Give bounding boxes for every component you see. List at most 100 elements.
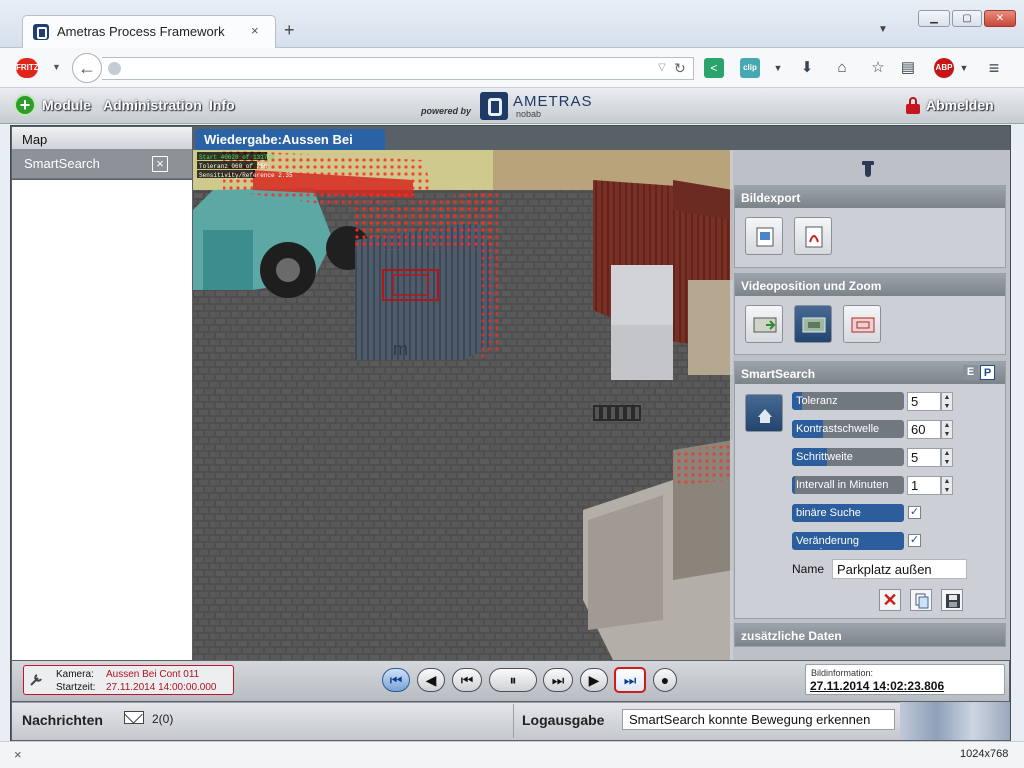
step-back-button[interactable]: ◀ [417,668,445,692]
pause-button[interactable]: ⏸ [489,668,537,692]
module-plus-icon[interactable]: + [14,94,36,116]
delete-icon[interactable]: ✕ [879,589,901,611]
intervall-spinner[interactable]: ▲ ▼ [941,476,953,495]
pin-icon[interactable] [862,161,874,177]
maximize-button[interactable]: ▢ [952,10,982,27]
status-close-icon[interactable]: × [14,747,22,762]
menu-module[interactable]: Module [42,97,91,113]
video-tab-label: Wiedergabe:Aussen Bei [204,132,353,147]
binaere-suche-checkbox[interactable]: ✓ [908,506,921,519]
powered-by-label: powered by [421,106,472,116]
left-panel-body [12,180,192,660]
step-forward-button[interactable]: ▶ [580,668,608,692]
ametras-logo-icon [480,92,508,120]
save-icon[interactable] [941,589,963,611]
schrittweite-label: Schrittweite [792,448,904,466]
app-header: + Module Administration Info powered by … [0,89,1024,124]
position-active-icon[interactable] [794,305,832,343]
export-image-icon[interactable] [745,217,783,255]
bookmark-star-icon[interactable]: ☆ [868,58,888,78]
browser-tab[interactable]: Ametras Process Framework × [22,15,276,48]
svg-text:m: m [393,339,408,359]
wrench-icon[interactable] [28,672,44,688]
hamburger-menu-icon[interactable]: ≡ [984,58,1004,78]
smartsearch-section: SmartSearch E P Toleranz 5 ▲ ▼ Kontrastsc… [734,361,1006,619]
zusatz-section[interactable]: zusätzliche Daten [734,623,1006,647]
jump-end-button[interactable]: ⏭ [614,667,646,693]
copy-icon[interactable] [910,589,932,611]
brand-name: AMETRAS [513,93,593,110]
schrittweite-input[interactable]: 5 [907,448,941,467]
preview-thumbnail[interactable] [900,702,1010,740]
bildinformation-box: Bildinformation: 27.11.2014 14:02:23.806 [805,664,1005,695]
url-bar[interactable]: ▽ ↻ [102,57,694,80]
smartsearch-panel-tab[interactable]: SmartSearch × [12,149,192,179]
kontrastschwelle-spinner[interactable]: ▲ ▼ [941,420,953,439]
minimize-button[interactable]: ▁ [918,10,950,27]
browser-navbar: FRITZ ▼ ← ▽ ↻ < clip ▼ ⬇ ⌂ ☆ ▤ ABP ▼ ≡ [0,48,1024,88]
nachrichten-label: Nachrichten [22,712,103,728]
envelope-icon[interactable] [124,711,144,724]
camera-value: Aussen Bei Cont 011 [106,669,200,680]
tab-close-icon[interactable]: × [251,23,259,38]
videoposition-header: Videoposition und Zoom [735,274,1005,296]
clip-dropdown-icon[interactable]: ▼ [768,58,788,78]
overlay-line-1: Start 40628 of 131729 [199,154,275,161]
smartsearch-region-icon[interactable] [745,394,783,432]
zoom-frame-icon[interactable] [843,305,881,343]
overlay-line-3: Sensitivity/Reference 2.35 [199,172,293,179]
tab-wiedergabe[interactable]: Wiedergabe:Aussen Bei [195,129,385,150]
bookmarks-list-icon[interactable]: ▤ [898,58,918,78]
url-dropdown-icon[interactable]: ▽ [658,62,666,73]
viewport-size-label: 1024x768 [960,748,1009,760]
frame-back-button[interactable]: ⏮ [452,668,482,692]
name-input[interactable]: Parkplatz außen [832,559,967,579]
mode-e-toggle[interactable]: E [963,365,978,380]
mode-p-toggle[interactable]: P [980,365,995,380]
tab-list-dropdown-icon[interactable]: ▼ [878,24,888,35]
logout-button[interactable]: Abmelden [926,97,994,113]
back-button[interactable]: ← [72,53,102,83]
clip-icon[interactable]: clip [740,58,760,78]
download-icon[interactable]: ⬇ [797,58,817,78]
camera-label: Kamera: [56,669,94,680]
fritz-icon[interactable]: FRITZ [16,58,39,78]
browser-statusbar: × 1024x768 [0,741,1024,768]
reload-icon[interactable]: ↻ [674,60,686,77]
export-pdf-icon[interactable] [794,217,832,255]
adblock-icon[interactable]: ABP [934,58,954,78]
adblock-dropdown-icon[interactable]: ▼ [954,58,974,78]
smartsearch-tab-label: SmartSearch [24,156,100,171]
jump-start-button[interactable]: ⏮ [382,668,410,692]
bildexport-section: Bildexport [734,185,1006,268]
fritz-dropdown-icon[interactable]: ▼ [52,62,61,72]
tab-title: Ametras Process Framework [57,24,225,39]
position-left-icon[interactable] [745,305,783,343]
veraenderung-anzeigen-checkbox[interactable]: ✓ [908,534,921,547]
start-label: Startzeit: [56,682,96,693]
menu-info[interactable]: Info [209,97,235,113]
bildinfo-label: Bildinformation: [811,668,874,678]
intervall-input[interactable]: 1 [907,476,941,495]
new-tab-button[interactable]: + [284,20,295,41]
left-panel-header: Map [12,127,192,149]
video-player[interactable]: m Start 40628 of 131729 Toleranz 060 of … [193,150,733,660]
menu-administration[interactable]: Administration [103,97,202,113]
kontrastschwelle-input[interactable]: 60 [907,420,941,439]
intervall-label: Intervall in Minuten [792,476,904,494]
toleranz-input[interactable]: 5 [907,392,941,411]
toleranz-spinner[interactable]: ▲ ▼ [941,392,953,411]
window-close-button[interactable]: ✕ [984,10,1016,27]
home-icon[interactable]: ⌂ [832,58,852,78]
frame-forward-button[interactable]: ⏭ [543,668,573,692]
close-icon[interactable]: × [152,156,168,172]
message-count: 2(0) [152,712,174,726]
camera-image: m Start 40628 of 131729 Toleranz 060 of … [193,150,733,660]
schrittweite-spinner[interactable]: ▲ ▼ [941,448,953,467]
bildinfo-timestamp: 27.11.2014 14:02:23.806 [810,679,945,693]
share-icon[interactable]: < [704,58,724,78]
left-panel-title: Map [22,132,48,147]
record-button[interactable]: ● [653,668,677,692]
globe-icon [108,62,121,75]
ametras-favicon-icon [33,24,49,40]
